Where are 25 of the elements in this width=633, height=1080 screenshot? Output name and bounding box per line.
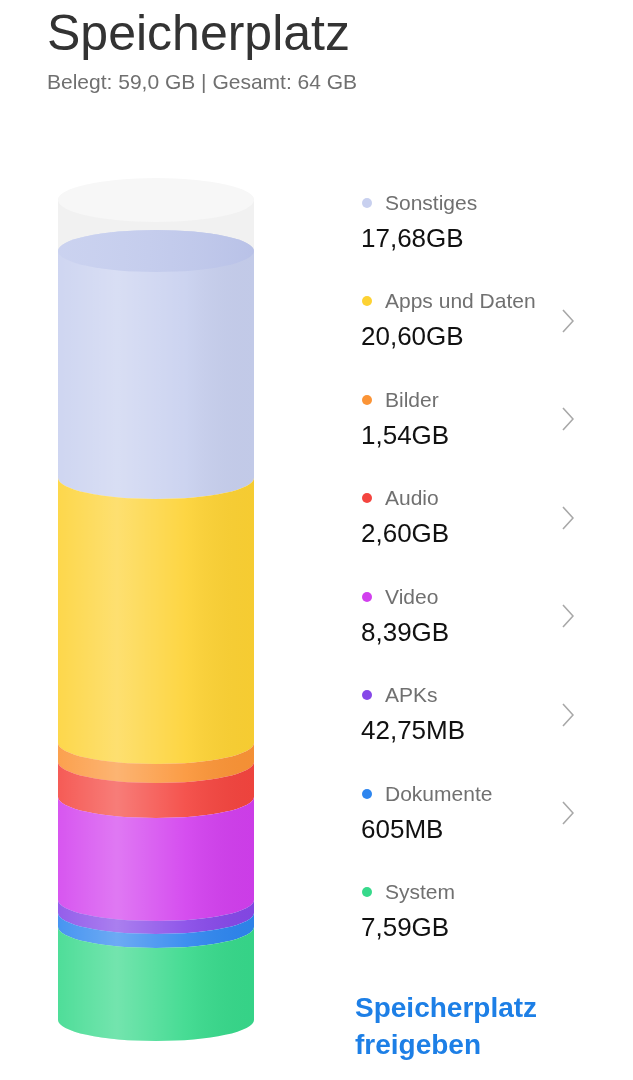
category-size: 8,39GB <box>361 615 450 649</box>
category-label: Dokumente <box>385 780 493 807</box>
free-up-space-button[interactable]: Speicherplatz freigeben <box>355 989 538 1064</box>
category-size: 2,60GB <box>361 517 450 551</box>
category-size: 20,60GB <box>361 320 464 354</box>
chevron-right-icon[interactable] <box>562 505 574 530</box>
chevron-right-icon[interactable] <box>562 801 574 826</box>
category-label: Audio <box>385 485 439 512</box>
chevron-right-icon[interactable] <box>562 407 574 432</box>
category-size: 7,59GB <box>361 910 450 944</box>
category-size: 17,68GB <box>361 222 464 255</box>
category-label: Bilder <box>385 386 439 413</box>
category-label: Sonstiges <box>385 190 478 216</box>
chevron-right-icon[interactable] <box>562 604 574 629</box>
page-title: Speicherplatz <box>47 3 350 63</box>
category-label: Apps und Daten <box>385 288 536 315</box>
category-size: 42,75MB <box>361 714 466 748</box>
chevron-right-icon[interactable] <box>562 702 574 727</box>
category-size: 1,54GB <box>361 418 450 452</box>
category-size: 605MB <box>361 812 444 846</box>
category-label: System <box>385 878 455 905</box>
storage-summary: Belegt: 59,0 GB | Gesamt: 64 GB <box>47 69 358 95</box>
category-label: Video <box>385 583 439 610</box>
category-label: APKs <box>385 682 438 709</box>
chevron-right-icon[interactable] <box>562 308 574 333</box>
